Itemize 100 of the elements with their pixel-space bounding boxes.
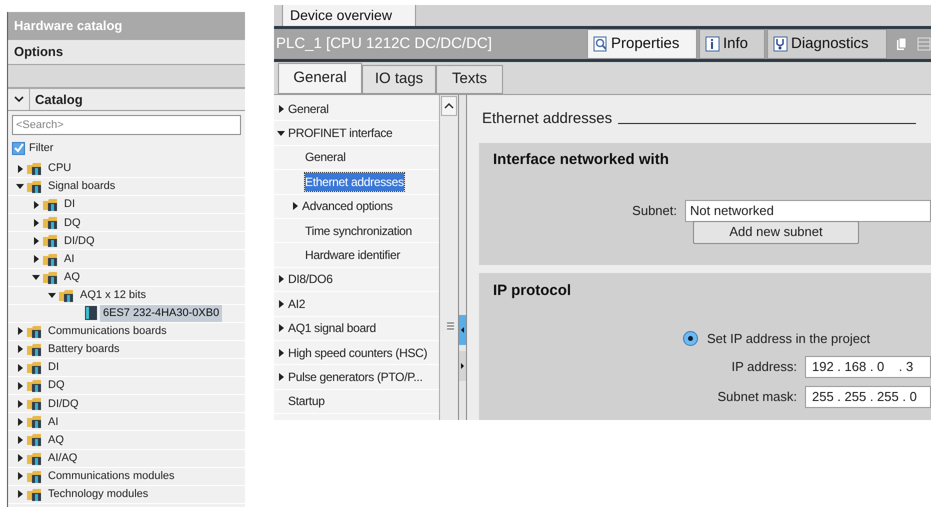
folder-icon bbox=[27, 415, 42, 428]
expand-arrow-icon[interactable] bbox=[16, 164, 24, 173]
tree-item[interactable]: AI bbox=[61, 250, 78, 268]
tree-item[interactable]: DI bbox=[45, 359, 62, 376]
nav-item[interactable]: General bbox=[305, 148, 346, 166]
expand-arrow-icon[interactable] bbox=[16, 327, 24, 336]
search-field[interactable]: <Search> bbox=[12, 115, 241, 135]
collapse-button-icon[interactable] bbox=[459, 315, 466, 345]
field-label: Subnet mask: bbox=[716, 388, 798, 406]
expand-arrow-icon[interactable] bbox=[32, 200, 40, 209]
folder-icon bbox=[27, 324, 42, 338]
tree-item[interactable]: Battery boards bbox=[45, 341, 123, 358]
checkbox[interactable] bbox=[12, 142, 25, 154]
nav-item[interactable]: Ethernet addresses bbox=[305, 172, 404, 191]
nav-item[interactable]: Startup bbox=[288, 392, 325, 410]
expand-arrow-icon[interactable] bbox=[278, 372, 284, 381]
expand-arrow-icon[interactable] bbox=[32, 255, 40, 264]
options-label: Options bbox=[14, 43, 64, 62]
nav-item[interactable]: PROFINET interface bbox=[288, 124, 392, 142]
info-icon bbox=[705, 36, 720, 52]
tab[interactable]: General bbox=[278, 63, 362, 94]
tree-item[interactable]: AI bbox=[45, 414, 62, 430]
expand-arrow-icon[interactable] bbox=[278, 104, 284, 113]
nav-item[interactable]: AQ1 signal board bbox=[288, 319, 376, 338]
group-title: Interface networked with bbox=[493, 150, 670, 170]
folder-icon bbox=[27, 433, 42, 446]
panel-tab[interactable]: Properties bbox=[587, 29, 697, 59]
expand-arrow-icon[interactable] bbox=[16, 418, 24, 426]
checkbox-label: Filter bbox=[29, 140, 54, 156]
folder-icon bbox=[59, 288, 74, 302]
ip-address-field[interactable]: 192 . 168 . 0 . 3 bbox=[805, 356, 931, 378]
nav-item[interactable]: DI8/DO6 bbox=[288, 270, 333, 288]
tree-item[interactable]: Communications boards bbox=[45, 323, 170, 340]
tree-item[interactable]: CPU bbox=[45, 160, 74, 177]
panel-tab[interactable]: Info bbox=[699, 29, 765, 59]
folder-icon bbox=[27, 452, 42, 465]
expand-arrow-icon[interactable] bbox=[278, 300, 284, 308]
tree-item[interactable]: AQ1 x 12 bits bbox=[77, 286, 150, 304]
collapse-arrow-icon[interactable] bbox=[32, 274, 40, 281]
panel-title: Hardware catalog bbox=[8, 12, 245, 40]
tree-item[interactable]: AI/AQ bbox=[45, 450, 80, 466]
properties-icon bbox=[593, 36, 608, 52]
expand-arrow-icon[interactable] bbox=[278, 324, 284, 332]
chevron-icon[interactable] bbox=[14, 94, 24, 104]
diagnostics-icon bbox=[773, 36, 788, 52]
folder-icon bbox=[43, 270, 58, 284]
folder-icon bbox=[27, 361, 42, 374]
folder-icon bbox=[27, 470, 42, 483]
panel-tab[interactable]: Diagnostics bbox=[767, 29, 887, 59]
nav-item[interactable]: Time synchronization bbox=[305, 222, 412, 240]
tree-item[interactable]: DQ bbox=[45, 377, 68, 394]
expand-button-icon[interactable] bbox=[459, 351, 466, 381]
nav-item[interactable]: High speed counters (HSC) bbox=[288, 344, 428, 362]
nav-item[interactable]: Hardware identifier bbox=[305, 246, 400, 264]
expand-arrow-icon[interactable] bbox=[16, 472, 24, 480]
scrollbar[interactable] bbox=[440, 95, 459, 420]
nav-item[interactable]: Advanced options bbox=[302, 197, 393, 216]
tree-item[interactable]: DQ bbox=[61, 214, 84, 232]
folder-icon bbox=[27, 180, 42, 194]
tree-item[interactable]: Technology modules bbox=[45, 486, 152, 502]
tree-item[interactable]: DI bbox=[61, 196, 78, 213]
tree-item[interactable]: 6ES7 232-4HA30-0XB0 bbox=[100, 305, 222, 322]
expand-arrow-icon[interactable] bbox=[16, 364, 24, 372]
nav-item[interactable]: General bbox=[288, 100, 329, 118]
nav-item[interactable]: AI2 bbox=[288, 294, 306, 313]
section-header: Catalog bbox=[35, 90, 83, 109]
tab[interactable]: IO tags bbox=[362, 65, 436, 94]
folder-icon bbox=[27, 397, 42, 410]
tree-item[interactable]: Signal boards bbox=[45, 178, 118, 195]
expand-arrow-icon[interactable] bbox=[16, 400, 24, 408]
expand-arrow-icon[interactable] bbox=[278, 348, 284, 357]
module-icon bbox=[85, 306, 97, 320]
expand-arrow-icon[interactable] bbox=[278, 275, 284, 284]
expand-arrow-icon[interactable] bbox=[32, 218, 40, 227]
folder-icon bbox=[27, 488, 42, 501]
collapse-arrow-icon[interactable] bbox=[48, 292, 56, 299]
collapse-arrow-icon[interactable] bbox=[16, 183, 24, 190]
tab[interactable]: Texts bbox=[436, 65, 503, 94]
folder-icon bbox=[43, 234, 58, 248]
tree-item[interactable]: DI/DQ bbox=[45, 396, 82, 412]
add-subnet-button[interactable]: Add new subnet bbox=[693, 220, 859, 244]
subnet-field[interactable]: Not networked bbox=[685, 200, 931, 222]
tree-item[interactable]: DI/DQ bbox=[61, 232, 98, 250]
expand-arrow-icon[interactable] bbox=[16, 436, 24, 444]
tree-item[interactable]: AQ bbox=[45, 432, 67, 448]
expand-arrow-icon[interactable] bbox=[292, 202, 298, 210]
radio-button[interactable] bbox=[683, 330, 698, 346]
grip-icon[interactable] bbox=[447, 322, 454, 330]
subnet-mask-field[interactable]: 255 . 255 . 255 . 0 bbox=[805, 386, 931, 408]
view-tab[interactable]: Device overview bbox=[282, 5, 416, 26]
collapse-arrow-icon[interactable] bbox=[277, 130, 285, 137]
tree-item[interactable]: AQ bbox=[61, 268, 83, 286]
expand-arrow-icon[interactable] bbox=[16, 345, 24, 354]
expand-arrow-icon[interactable] bbox=[16, 382, 24, 390]
expand-arrow-icon[interactable] bbox=[16, 490, 24, 498]
tree-item[interactable]: Communications modules bbox=[45, 468, 178, 484]
expand-arrow-icon[interactable] bbox=[32, 236, 40, 245]
scroll-up-icon[interactable] bbox=[444, 102, 454, 110]
expand-arrow-icon[interactable] bbox=[16, 454, 24, 462]
nav-item[interactable]: Pulse generators (PTO/P... bbox=[288, 368, 422, 386]
